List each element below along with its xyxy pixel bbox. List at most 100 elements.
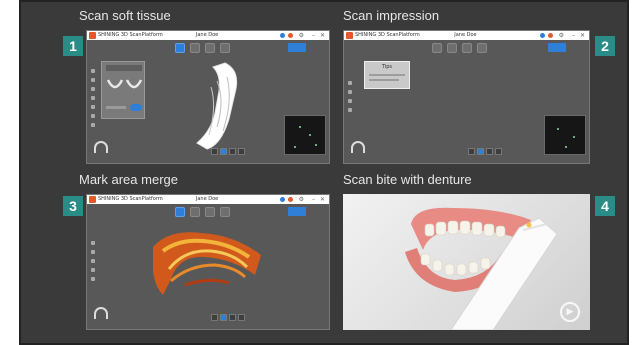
record-icon[interactable] [288, 197, 293, 202]
view-toggle[interactable] [288, 43, 306, 52]
edit-tool-button[interactable] [190, 207, 200, 217]
bottom-btn-pause[interactable] [229, 148, 236, 155]
edit-tool-button[interactable] [190, 43, 200, 53]
bottom-toolbar [211, 148, 245, 155]
record-icon[interactable] [548, 33, 553, 38]
record-icon[interactable] [288, 33, 293, 38]
settings-icon[interactable]: ⚙ [299, 32, 304, 39]
settings-icon[interactable]: ⚙ [299, 196, 304, 203]
edit-tool-button[interactable] [447, 43, 457, 53]
brand-logo-icon [89, 196, 96, 203]
figure-frame: Scan soft tissue 1 SHINING 3D ScanPlatfo… [19, 0, 629, 345]
jaw-thumbnails[interactable] [102, 74, 146, 96]
bottom-btn-next[interactable] [238, 314, 245, 321]
top-toolbar [175, 43, 230, 53]
scan-tool-button[interactable] [175, 207, 185, 217]
top-toolbar [432, 43, 487, 53]
undo-tool-icon[interactable] [91, 277, 95, 281]
play-icon[interactable]: ▶ [560, 302, 580, 322]
denture-scanner-illustration [405, 207, 558, 330]
panel-3-title: Mark area merge [79, 172, 178, 187]
panel-4-badge: 4 [595, 196, 615, 216]
brush-tool-icon[interactable] [91, 78, 95, 82]
view-tool-icon[interactable] [91, 114, 95, 118]
select-tool-icon[interactable] [91, 69, 95, 73]
toggle-label-line [106, 106, 126, 109]
trim-tool-button[interactable] [205, 207, 215, 217]
lock-tool-icon[interactable] [91, 96, 95, 100]
minimize-icon[interactable]: – [312, 32, 315, 39]
bottom-btn-next[interactable] [238, 148, 245, 155]
app-name: SHINING 3D ScanPlatform [355, 32, 420, 38]
select-tool-icon[interactable] [91, 241, 95, 245]
erase-tool-icon[interactable] [348, 99, 352, 103]
camera-preview [544, 115, 586, 155]
tips-text-line [369, 79, 399, 81]
help-icon[interactable] [280, 33, 285, 38]
scan-tool-button[interactable] [175, 43, 185, 53]
merged-arch-scan-model [153, 232, 261, 295]
left-toolbar [348, 81, 352, 112]
panel-2-badge: 2 [595, 36, 615, 56]
help-icon[interactable] [280, 197, 285, 202]
settings-icon[interactable]: ⚙ [559, 32, 564, 39]
soft-tissue-scan-model [196, 62, 238, 150]
bottom-toolbar [468, 148, 502, 155]
patient-name: Jane Doe [454, 32, 477, 38]
lock-tool-icon[interactable] [91, 268, 95, 272]
toggle-switch[interactable] [130, 104, 142, 111]
save-tool-button[interactable] [220, 43, 230, 53]
denture-bite-photo: ▶ [343, 194, 590, 330]
left-toolbar [91, 69, 95, 127]
bottom-btn-play[interactable] [477, 148, 484, 155]
trim-tool-button[interactable] [462, 43, 472, 53]
undo-tool-icon[interactable] [91, 105, 95, 109]
panel-4-title: Scan bite with denture [343, 172, 472, 187]
view-toggle[interactable] [548, 43, 566, 52]
scan-tool-button[interactable] [432, 43, 442, 53]
tips-popup-title: Tips [381, 64, 393, 70]
bottom-btn-prev[interactable] [211, 148, 218, 155]
help-icon[interactable] [540, 33, 545, 38]
bottom-btn-prev[interactable] [211, 314, 218, 321]
view-toggle[interactable] [288, 207, 306, 216]
close-icon[interactable]: ✕ [320, 32, 325, 39]
panel-1-badge: 1 [63, 36, 83, 56]
panel-1-title: Scan soft tissue [79, 8, 171, 23]
reset-tool-icon[interactable] [91, 123, 95, 127]
bottom-btn-next[interactable] [495, 148, 502, 155]
bottom-btn-play[interactable] [220, 148, 227, 155]
bottom-btn-pause[interactable] [486, 148, 493, 155]
select-tool-icon[interactable] [348, 81, 352, 85]
arch-icon[interactable] [94, 307, 108, 319]
erase-tool-icon[interactable] [91, 259, 95, 263]
tips-popup: Tips [364, 61, 410, 89]
trim-tool-button[interactable] [205, 43, 215, 53]
app-name: SHINING 3D ScanPlatform [98, 32, 163, 38]
close-icon[interactable]: ✕ [580, 32, 585, 39]
panel-2-title: Scan impression [343, 8, 440, 23]
app-window-3: SHINING 3D ScanPlatform Jane Doe ⚙ – ✕ [86, 194, 330, 330]
erase-tool-icon[interactable] [91, 87, 95, 91]
brush-tool-icon[interactable] [348, 90, 352, 94]
lock-tool-icon[interactable] [348, 108, 352, 112]
bottom-btn-prev[interactable] [468, 148, 475, 155]
patient-name: Jane Doe [195, 196, 219, 202]
brand-logo-icon [89, 32, 96, 39]
bottom-btn-play[interactable] [220, 314, 227, 321]
jaw-selector-panel [101, 61, 145, 119]
save-tool-button[interactable] [477, 43, 487, 53]
patient-name: Jane Doe [195, 32, 219, 38]
camera-preview [284, 115, 326, 155]
panel-3-badge: 3 [63, 196, 83, 216]
arch-icon[interactable] [351, 141, 365, 153]
minimize-icon[interactable]: – [572, 32, 575, 39]
bottom-btn-pause[interactable] [229, 314, 236, 321]
save-tool-button[interactable] [220, 207, 230, 217]
brush-tool-icon[interactable] [91, 250, 95, 254]
arch-icon[interactable] [94, 141, 108, 153]
window-titlebar: SHINING 3D ScanPlatform Jane Doe ⚙ – ✕ [87, 195, 329, 204]
close-icon[interactable]: ✕ [320, 196, 325, 203]
panel-header [106, 65, 142, 71]
minimize-icon[interactable]: – [312, 196, 315, 203]
